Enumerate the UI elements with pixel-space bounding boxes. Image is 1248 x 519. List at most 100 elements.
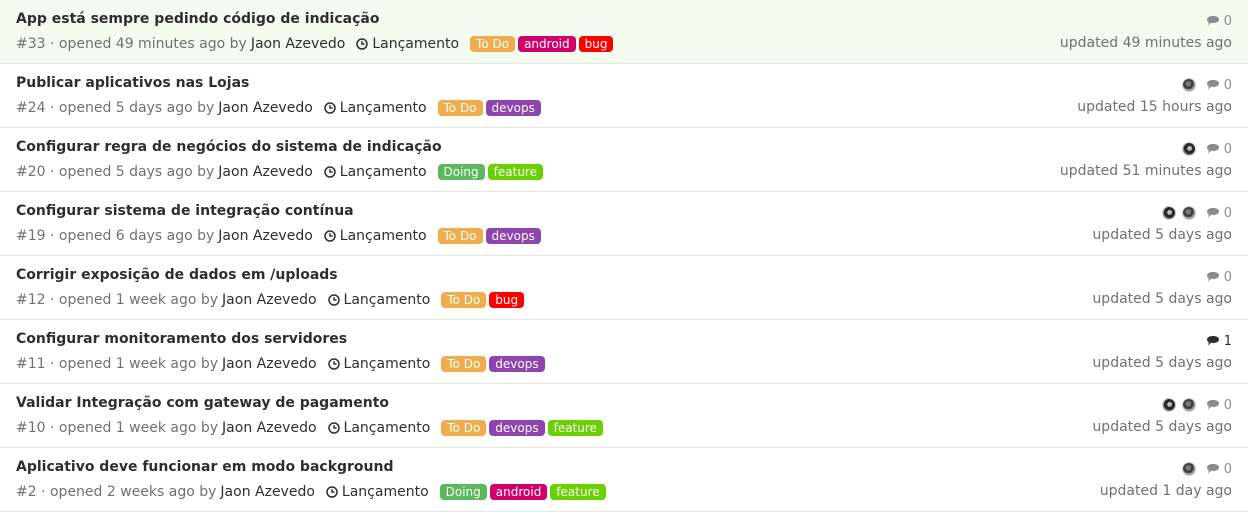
- label-badge[interactable]: Doing: [439, 484, 487, 500]
- comments-count[interactable]: 0: [1206, 462, 1232, 477]
- comments-icon: [1206, 400, 1219, 410]
- assignee-avatar[interactable]: [1181, 462, 1196, 476]
- milestone[interactable]: Lançamento: [327, 420, 431, 436]
- milestone[interactable]: Lançamento: [326, 484, 429, 500]
- issue-title-link[interactable]: Configurar monitoramento dos servidores: [16, 331, 347, 347]
- label-badge[interactable]: android: [489, 484, 548, 500]
- issue-reference: #10: [16, 420, 46, 436]
- issue-title-link[interactable]: Configurar sistema de integração contínu…: [16, 203, 354, 219]
- updated-timestamp: updated 15 hours ago: [1077, 99, 1232, 115]
- comments-count[interactable]: 0: [1206, 398, 1232, 413]
- issue-stats: 1: [1196, 332, 1232, 350]
- author-link[interactable]: Jaon Azevedo: [218, 228, 313, 244]
- issue-title-link[interactable]: Configurar regra de negócios do sistema …: [16, 139, 442, 155]
- label-badge[interactable]: feature: [487, 164, 543, 180]
- label-group: To Do devops: [441, 356, 547, 372]
- issue-reference: #19: [16, 228, 46, 244]
- milestone-label: Lançamento: [343, 356, 431, 372]
- issue-title-link[interactable]: Validar Integração com gateway de pagame…: [16, 395, 389, 411]
- assignee-avatar[interactable]: [1181, 398, 1196, 412]
- comments-count[interactable]: 1: [1206, 334, 1232, 349]
- comments-count[interactable]: 0: [1206, 270, 1232, 285]
- updated-timestamp: updated 5 days ago: [1092, 291, 1232, 307]
- updated-timestamp: updated 1 day ago: [1099, 483, 1232, 499]
- issue-list: App está sempre pedindo código de indica…: [0, 0, 1248, 512]
- milestone[interactable]: Lançamento: [356, 36, 459, 52]
- assignee-avatar[interactable]: [1161, 398, 1176, 412]
- author-link[interactable]: Jaon Azevedo: [218, 100, 313, 116]
- label-badge[interactable]: devops: [489, 356, 545, 372]
- issue-row[interactable]: Corrigir exposição de dados em /uploads …: [0, 256, 1248, 320]
- label-badge[interactable]: bug: [578, 36, 614, 52]
- label-badge[interactable]: devops: [485, 228, 541, 244]
- issue-row[interactable]: Publicar aplicativos nas Lojas #24 · ope…: [0, 64, 1248, 128]
- label-badge[interactable]: To Do: [441, 356, 487, 372]
- label-badge[interactable]: To Do: [441, 292, 487, 308]
- author-link[interactable]: Jaon Azevedo: [251, 36, 346, 52]
- milestone[interactable]: Lançamento: [324, 164, 427, 180]
- issue-reference: #11: [16, 356, 46, 372]
- label-badge[interactable]: To Do: [470, 36, 516, 52]
- comments-count-value: 0: [1223, 397, 1232, 413]
- issue-opened-text: · opened 1 week ago by: [50, 420, 219, 436]
- issue-meta: #2 · opened 2 weeks ago by Jaon Azevedo …: [16, 482, 609, 502]
- comments-icon: [1206, 272, 1219, 282]
- comments-count[interactable]: 0: [1206, 14, 1232, 29]
- issue-row[interactable]: Configurar monitoramento dos servidores …: [0, 320, 1248, 384]
- author-link[interactable]: Jaon Azevedo: [220, 484, 315, 500]
- label-badge[interactable]: feature: [547, 420, 603, 436]
- label-badge[interactable]: Doing: [437, 164, 485, 180]
- comments-icon: [1206, 80, 1219, 90]
- issue-row[interactable]: Validar Integração com gateway de pagame…: [0, 384, 1248, 448]
- issue-meta: #24 · opened 5 days ago by Jaon Azevedo …: [16, 98, 544, 118]
- milestone[interactable]: Lançamento: [324, 228, 427, 244]
- comments-count[interactable]: 0: [1206, 142, 1232, 157]
- milestone[interactable]: Lançamento: [324, 100, 427, 116]
- comments-icon: [1206, 464, 1219, 474]
- issue-opened-text: · opened 49 minutes ago by: [50, 36, 247, 52]
- milestone[interactable]: Lançamento: [327, 292, 430, 308]
- assignee-avatar[interactable]: [1161, 206, 1176, 220]
- label-badge[interactable]: bug: [489, 292, 525, 308]
- issue-meta: #20 · opened 5 days ago by Jaon Azevedo …: [16, 162, 546, 182]
- issue-row[interactable]: App está sempre pedindo código de indica…: [0, 0, 1248, 64]
- comments-count[interactable]: 0: [1206, 206, 1232, 221]
- label-badge[interactable]: To Do: [437, 228, 483, 244]
- issue-meta: #11 · opened 1 week ago by Jaon Azevedo …: [16, 354, 548, 374]
- clock-icon: [324, 230, 336, 242]
- issue-stats: 0: [1196, 268, 1232, 286]
- label-badge[interactable]: To Do: [441, 420, 487, 436]
- comments-count-value: 0: [1223, 141, 1232, 157]
- label-badge[interactable]: To Do: [437, 100, 483, 116]
- assignee-avatar[interactable]: [1181, 206, 1196, 220]
- assignee-avatar[interactable]: [1181, 142, 1196, 156]
- issue-title-link[interactable]: Publicar aplicativos nas Lojas: [16, 75, 249, 91]
- label-group: To Do bug: [441, 292, 527, 308]
- issue-stats: 0: [1156, 396, 1232, 414]
- label-badge[interactable]: devops: [489, 420, 545, 436]
- comments-icon: [1206, 16, 1219, 26]
- author-link[interactable]: Jaon Azevedo: [222, 292, 317, 308]
- comments-icon: [1206, 336, 1219, 346]
- label-group: To Do devops feature: [441, 420, 606, 436]
- issue-row[interactable]: Configurar regra de negócios do sistema …: [0, 128, 1248, 192]
- author-link[interactable]: Jaon Azevedo: [218, 164, 313, 180]
- issue-row[interactable]: Aplicativo deve funcionar em modo backgr…: [0, 448, 1248, 512]
- assignee-avatars: [1156, 206, 1196, 220]
- issue-row[interactable]: Configurar sistema de integração contínu…: [0, 192, 1248, 256]
- issue-title-link[interactable]: Aplicativo deve funcionar em modo backgr…: [16, 459, 394, 475]
- label-badge[interactable]: feature: [550, 484, 606, 500]
- assignee-avatars: [1176, 462, 1196, 476]
- issue-reference: #24: [16, 100, 46, 116]
- milestone-label: Lançamento: [343, 420, 431, 436]
- label-badge[interactable]: android: [518, 36, 576, 52]
- issue-title-link[interactable]: Corrigir exposição de dados em /uploads: [16, 267, 338, 283]
- author-link[interactable]: Jaon Azevedo: [222, 420, 317, 436]
- assignee-avatar[interactable]: [1181, 78, 1196, 92]
- milestone[interactable]: Lançamento: [327, 356, 431, 372]
- author-link[interactable]: Jaon Azevedo: [222, 356, 317, 372]
- label-badge[interactable]: devops: [485, 100, 541, 116]
- comments-count[interactable]: 0: [1206, 78, 1232, 93]
- issue-title-link[interactable]: App está sempre pedindo código de indica…: [16, 11, 379, 27]
- clock-icon: [324, 166, 336, 178]
